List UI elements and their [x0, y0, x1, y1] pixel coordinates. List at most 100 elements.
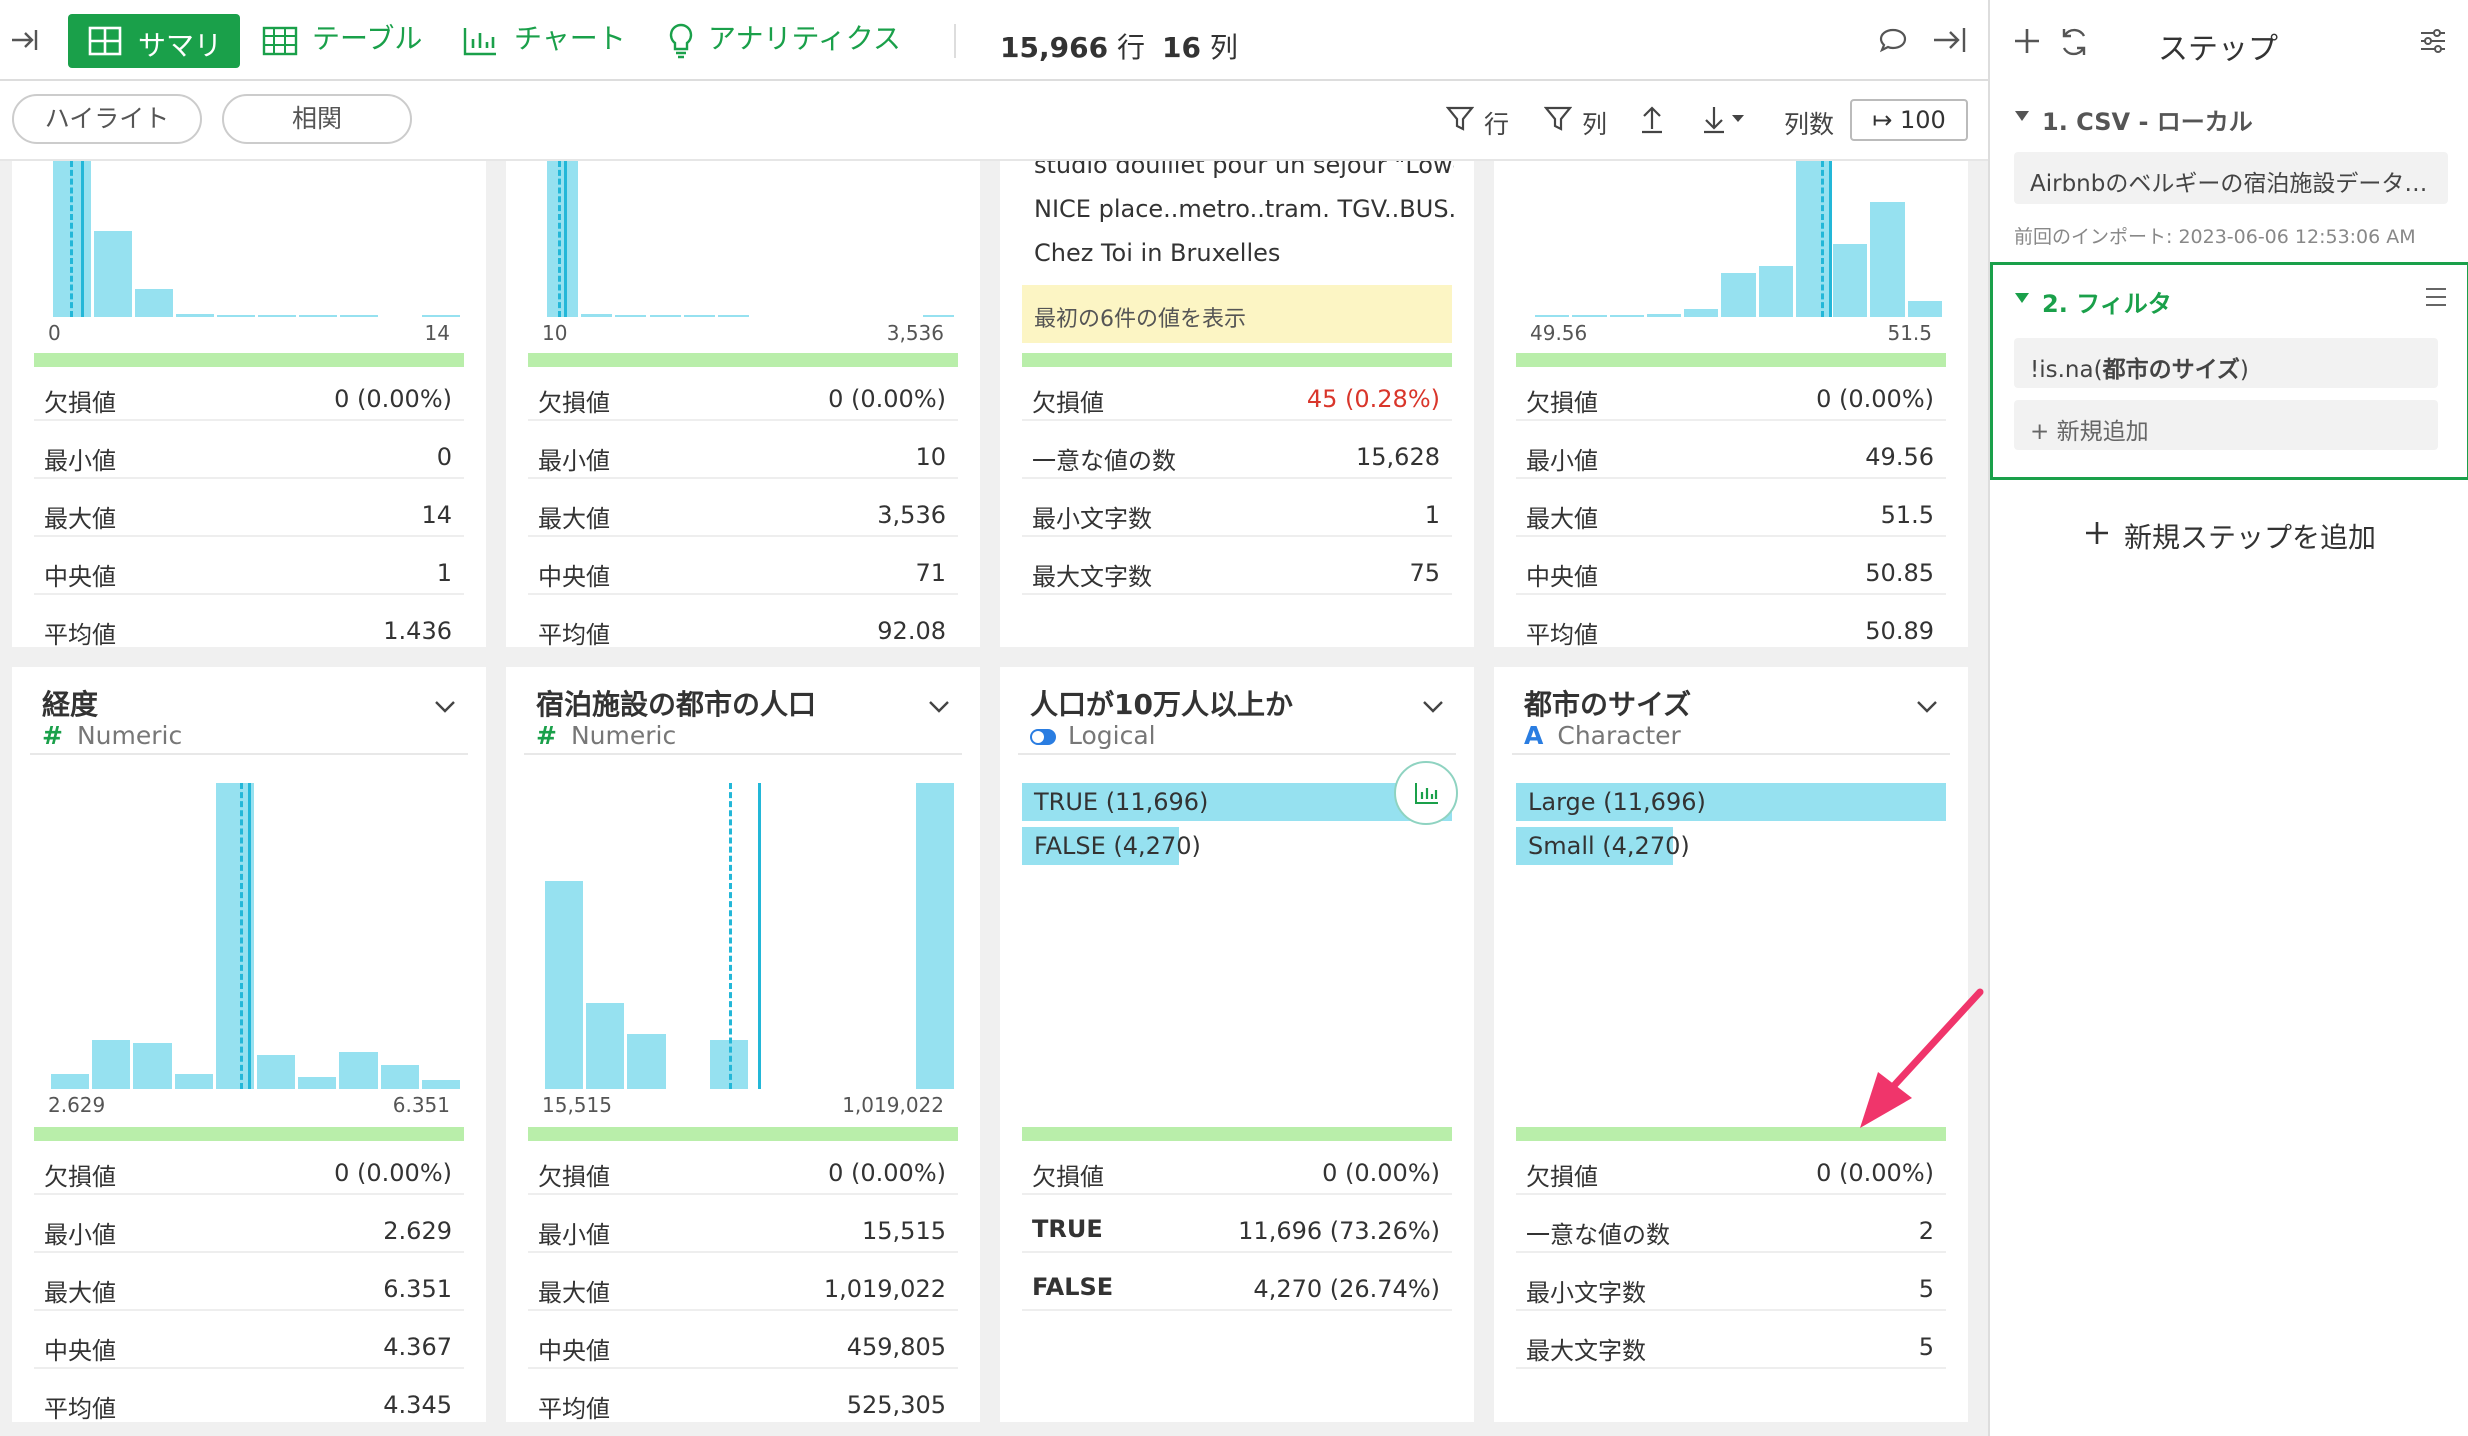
highlight-button[interactable]: ハイライト [12, 94, 202, 144]
category-bars[interactable]: Large (11,696) Small (4,270) [1516, 783, 1946, 873]
histogram-bar[interactable] [586, 1003, 625, 1089]
median-line [758, 783, 762, 1089]
histogram-bar[interactable] [547, 161, 579, 317]
histogram-bar[interactable] [135, 288, 173, 317]
histogram-bar[interactable] [1684, 309, 1719, 317]
histogram[interactable] [52, 161, 462, 317]
caret-down-icon[interactable] [2014, 292, 2030, 304]
histogram-bar[interactable] [922, 315, 954, 317]
stat-value: 75 [1409, 559, 1440, 587]
histogram-bar[interactable] [422, 315, 460, 317]
chevron-down-icon[interactable] [434, 695, 456, 717]
steps-panel-title: ステップ [2158, 32, 2278, 67]
histogram-bar[interactable] [380, 1064, 419, 1089]
histogram-bar[interactable] [1535, 315, 1570, 317]
histogram-bar[interactable] [915, 783, 954, 1089]
stat-value: 92.08 [877, 617, 946, 645]
stat-value: 2 [1918, 1217, 1934, 1245]
sort-ascending-icon[interactable] [1638, 103, 1666, 135]
histogram[interactable] [1534, 161, 1944, 317]
histogram-bar[interactable] [92, 1040, 131, 1089]
histogram-bar[interactable] [615, 314, 647, 317]
tab-summary[interactable]: サマリ [68, 14, 240, 68]
histogram-bar[interactable] [298, 1076, 337, 1089]
histogram-bar[interactable] [1795, 161, 1831, 317]
histogram-bar[interactable] [299, 315, 337, 317]
filter-columns-button[interactable]: 列 [1544, 103, 1624, 139]
chevron-down-icon[interactable] [1916, 695, 1938, 717]
expand-left-icon[interactable] [8, 24, 40, 56]
histogram-bar[interactable] [1907, 301, 1942, 317]
histogram-bar[interactable] [1721, 273, 1756, 317]
histogram-bar[interactable] [421, 1079, 460, 1089]
caret-down-icon[interactable] [2014, 110, 2030, 122]
histogram-axis-max: 3,536 [886, 321, 944, 345]
histogram-bar[interactable] [649, 315, 681, 317]
tab-analytics[interactable]: アナリティクス [666, 22, 916, 62]
comment-icon[interactable] [1878, 26, 1908, 56]
column-count-unit: 列 [1209, 31, 1238, 64]
chart-toggle-button[interactable] [1394, 761, 1458, 825]
histogram-bar[interactable] [133, 1043, 172, 1089]
column-card-logical: 人口が10万人以上か Logical TRUE (11,696) FALSE (4… [1000, 667, 1474, 1422]
menu-icon[interactable] [2424, 286, 2448, 308]
histogram-bar[interactable] [340, 315, 378, 317]
histogram-bar[interactable] [1572, 315, 1607, 317]
histogram-bar[interactable] [94, 231, 132, 317]
stat-row: 最小値 0 [34, 433, 464, 479]
histogram-axis-min: 10 [542, 321, 568, 345]
histogram-bar[interactable] [717, 315, 749, 317]
show-first-values-button[interactable]: 最初の6件の値を表示 [1022, 285, 1452, 343]
histogram[interactable] [546, 161, 956, 317]
correlation-button[interactable]: 相関 [222, 94, 412, 144]
histogram[interactable] [50, 783, 462, 1089]
step-2-filter-condition[interactable]: !is.na(都市のサイズ) [2014, 338, 2438, 388]
category-bars[interactable]: TRUE (11,696) FALSE (4,270) [1022, 783, 1452, 873]
step-2-add-condition-button[interactable]: + 新規追加 [2014, 400, 2438, 450]
histogram-bar[interactable] [1758, 265, 1793, 317]
histogram-bar[interactable] [176, 313, 214, 317]
chevron-down-icon[interactable] [928, 695, 950, 717]
step-1-title[interactable]: 1. CSV - ローカル [2042, 102, 2253, 137]
histogram[interactable] [544, 783, 956, 1089]
collapse-right-icon[interactable] [1932, 24, 1968, 56]
histogram-bar[interactable] [627, 1033, 666, 1089]
stat-value: 0 (0.00%) [1322, 1159, 1440, 1187]
histogram-bar[interactable] [1609, 315, 1644, 317]
refresh-icon[interactable] [2058, 26, 2090, 58]
column-type-label: Numeric [76, 721, 183, 750]
histogram-bar[interactable] [51, 1073, 90, 1089]
stat-label: 欠損値 [1526, 1163, 1598, 1191]
histogram-bar[interactable] [545, 880, 584, 1089]
step-2-title[interactable]: 2. フィルタ [2042, 284, 2172, 319]
mean-line [729, 783, 733, 1089]
sort-descending-icon[interactable] [1700, 103, 1746, 135]
histogram-bar[interactable] [581, 313, 613, 317]
histogram-bar[interactable] [1646, 313, 1682, 317]
histogram-bar[interactable] [683, 315, 715, 317]
column-type-label: Numeric [570, 721, 677, 750]
tab-chart[interactable]: チャート [462, 24, 632, 60]
histogram-bar[interactable] [174, 1073, 213, 1089]
add-step-button[interactable]: 新規ステップを追加 [2084, 514, 2404, 554]
histogram-bar[interactable] [1833, 243, 1868, 317]
chevron-down-icon[interactable] [1422, 695, 1444, 717]
histogram-bar[interactable] [1870, 201, 1905, 317]
histogram-bar[interactable] [339, 1052, 378, 1089]
stat-row: 最小文字数 1 [1022, 491, 1452, 537]
step-1-import-time: 前回のインポート: 2023-06-06 12:53:06 AM [2014, 226, 2416, 248]
plus-icon[interactable] [2012, 26, 2042, 56]
histogram-bar[interactable] [217, 315, 255, 317]
category-label: FALSE (4,270) [1034, 832, 1201, 860]
filter-expression-suffix: ) [2239, 357, 2249, 383]
column-count-input[interactable]: ↦ 100 [1850, 99, 1968, 141]
add-condition-text: 新規追加 [2056, 419, 2149, 445]
category-label: Small (4,270) [1528, 832, 1690, 860]
tab-table[interactable]: テーブル [262, 24, 432, 60]
histogram-bar[interactable] [257, 1055, 296, 1089]
histogram-bar[interactable] [258, 315, 296, 317]
filter-rows-button[interactable]: 行 [1446, 103, 1526, 139]
settings-sliders-icon[interactable] [2418, 26, 2448, 56]
lightbulb-icon [669, 23, 693, 59]
step-1-file[interactable]: Airbnbのベルギーの宿泊施設データ… [2014, 152, 2448, 204]
